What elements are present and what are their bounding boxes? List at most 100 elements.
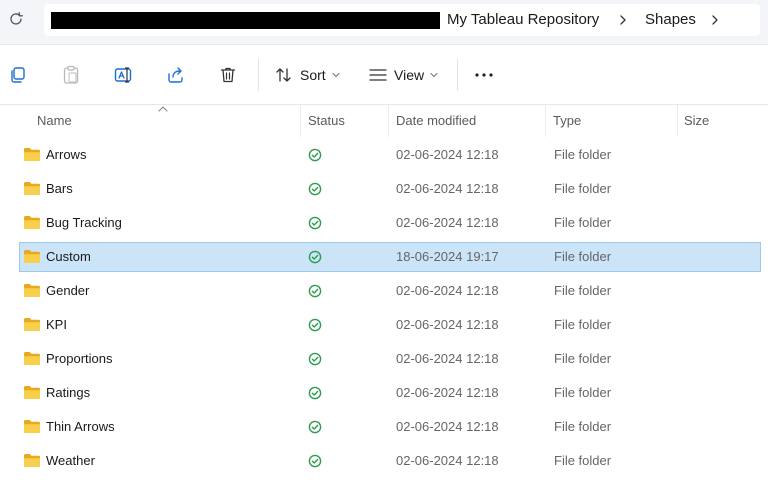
share-icon (168, 67, 183, 83)
sync-ok-icon (308, 420, 322, 434)
sync-ok-icon (308, 182, 322, 196)
breadcrumb-shapes[interactable]: Shapes (645, 11, 696, 29)
column-divider[interactable] (545, 105, 546, 137)
more-icon (475, 73, 493, 77)
file-name: Custom (46, 249, 91, 264)
file-date-modified: 18-06-2024 19:17 (396, 249, 499, 264)
file-row[interactable]: Proportions 02-06-2024 12:18 File folder (19, 344, 761, 374)
file-row[interactable]: Ratings 02-06-2024 12:18 File folder (19, 378, 761, 408)
view-icon (369, 69, 387, 81)
copy-button[interactable] (9, 63, 27, 87)
chevron-right-icon (620, 15, 626, 25)
file-row[interactable]: Arrows 02-06-2024 12:18 File folder (19, 140, 761, 170)
sort-button[interactable]: Sort (275, 63, 340, 87)
column-status[interactable]: Status (308, 105, 345, 137)
file-type: File folder (554, 215, 612, 230)
file-type: File folder (554, 385, 612, 400)
file-row[interactable]: Bug Tracking 02-06-2024 12:18 File folder (19, 208, 761, 238)
file-type: File folder (554, 181, 612, 196)
sync-ok-icon (308, 352, 322, 366)
file-name: Weather (46, 453, 95, 468)
sync-ok-icon (308, 386, 322, 400)
file-row[interactable]: Bars 02-06-2024 12:18 File folder (19, 174, 761, 204)
chevron-right-icon[interactable] (709, 13, 721, 27)
toolbar-divider (457, 59, 458, 91)
address-bar-row: My Tableau Repository Shapes (0, 0, 768, 45)
file-date-modified: 02-06-2024 12:18 (396, 147, 499, 162)
file-date-modified: 02-06-2024 12:18 (396, 453, 499, 468)
folder-icon (24, 454, 40, 467)
folder-icon (24, 318, 40, 331)
file-type: File folder (554, 351, 612, 366)
sync-ok-icon (308, 454, 322, 468)
breadcrumb-repository[interactable]: My Tableau Repository (447, 11, 599, 29)
file-date-modified: 02-06-2024 12:18 (396, 317, 499, 332)
view-label: View (394, 67, 425, 83)
column-name[interactable]: Name (37, 105, 72, 137)
refresh-icon[interactable] (6, 9, 26, 29)
sync-ok-icon (308, 148, 322, 162)
folder-icon (24, 216, 40, 229)
sort-ascending-icon (158, 106, 168, 112)
share-button[interactable] (166, 63, 186, 87)
paste-button[interactable] (62, 63, 80, 87)
file-name: Ratings (46, 385, 91, 400)
folder-icon (24, 148, 40, 161)
rename-button[interactable] (114, 63, 134, 87)
file-row[interactable]: Custom 18-06-2024 19:17 File folder (19, 242, 761, 272)
file-date-modified: 02-06-2024 12:18 (396, 351, 499, 366)
file-name: Arrows (46, 147, 87, 162)
folder-icon (24, 182, 40, 195)
file-row[interactable]: Weather 02-06-2024 12:18 File folder (19, 446, 761, 476)
file-type: File folder (554, 249, 612, 264)
file-name: Thin Arrows (46, 419, 115, 434)
delete-icon (220, 67, 236, 83)
file-type: File folder (554, 283, 612, 298)
sync-ok-icon (308, 284, 322, 298)
column-divider[interactable] (388, 105, 389, 137)
column-size[interactable]: Size (684, 105, 709, 137)
file-name: Bug Tracking (46, 215, 122, 230)
chevron-down-icon (332, 72, 340, 78)
column-divider[interactable] (300, 105, 301, 137)
file-date-modified: 02-06-2024 12:18 (396, 385, 499, 400)
file-type: File folder (554, 317, 612, 332)
chevron-down-icon (430, 72, 438, 78)
file-type: File folder (554, 419, 612, 434)
file-name: Bars (46, 181, 73, 196)
folder-icon (24, 250, 40, 263)
file-date-modified: 02-06-2024 12:18 (396, 215, 499, 230)
file-date-modified: 02-06-2024 12:18 (396, 283, 499, 298)
more-options-button[interactable] (474, 63, 494, 87)
view-button[interactable]: View (369, 63, 438, 87)
file-row[interactable]: KPI 02-06-2024 12:18 File folder (19, 310, 761, 340)
command-bar: Sort View (0, 45, 768, 105)
column-type[interactable]: Type (553, 105, 581, 137)
rename-icon (114, 67, 132, 83)
column-date-modified[interactable]: Date modified (396, 105, 476, 137)
file-type: File folder (554, 453, 612, 468)
file-row[interactable]: Thin Arrows 02-06-2024 12:18 File folder (19, 412, 761, 442)
folder-icon (24, 386, 40, 399)
sync-ok-icon (308, 318, 322, 332)
folder-icon (24, 352, 40, 365)
file-explorer-window: My Tableau Repository Shapes Sort View N… (0, 0, 768, 480)
file-row[interactable]: Gender 02-06-2024 12:18 File folder (19, 276, 761, 306)
file-date-modified: 02-06-2024 12:18 (396, 181, 499, 196)
file-name: Proportions (46, 351, 113, 366)
delete-button[interactable] (219, 63, 237, 87)
file-name: Gender (46, 283, 90, 298)
sync-ok-icon (308, 216, 322, 230)
redacted-path (51, 12, 440, 29)
column-divider[interactable] (677, 105, 678, 137)
sync-ok-icon (308, 250, 322, 264)
paste-icon (63, 65, 79, 84)
column-header-row: Name Status Date modified Type Size (0, 104, 768, 137)
sort-label: Sort (300, 67, 326, 83)
address-bar[interactable]: My Tableau Repository Shapes (44, 4, 760, 36)
copy-icon (11, 67, 25, 83)
file-date-modified: 02-06-2024 12:18 (396, 419, 499, 434)
folder-icon (24, 284, 40, 297)
folder-icon (24, 420, 40, 433)
file-type: File folder (554, 147, 612, 162)
